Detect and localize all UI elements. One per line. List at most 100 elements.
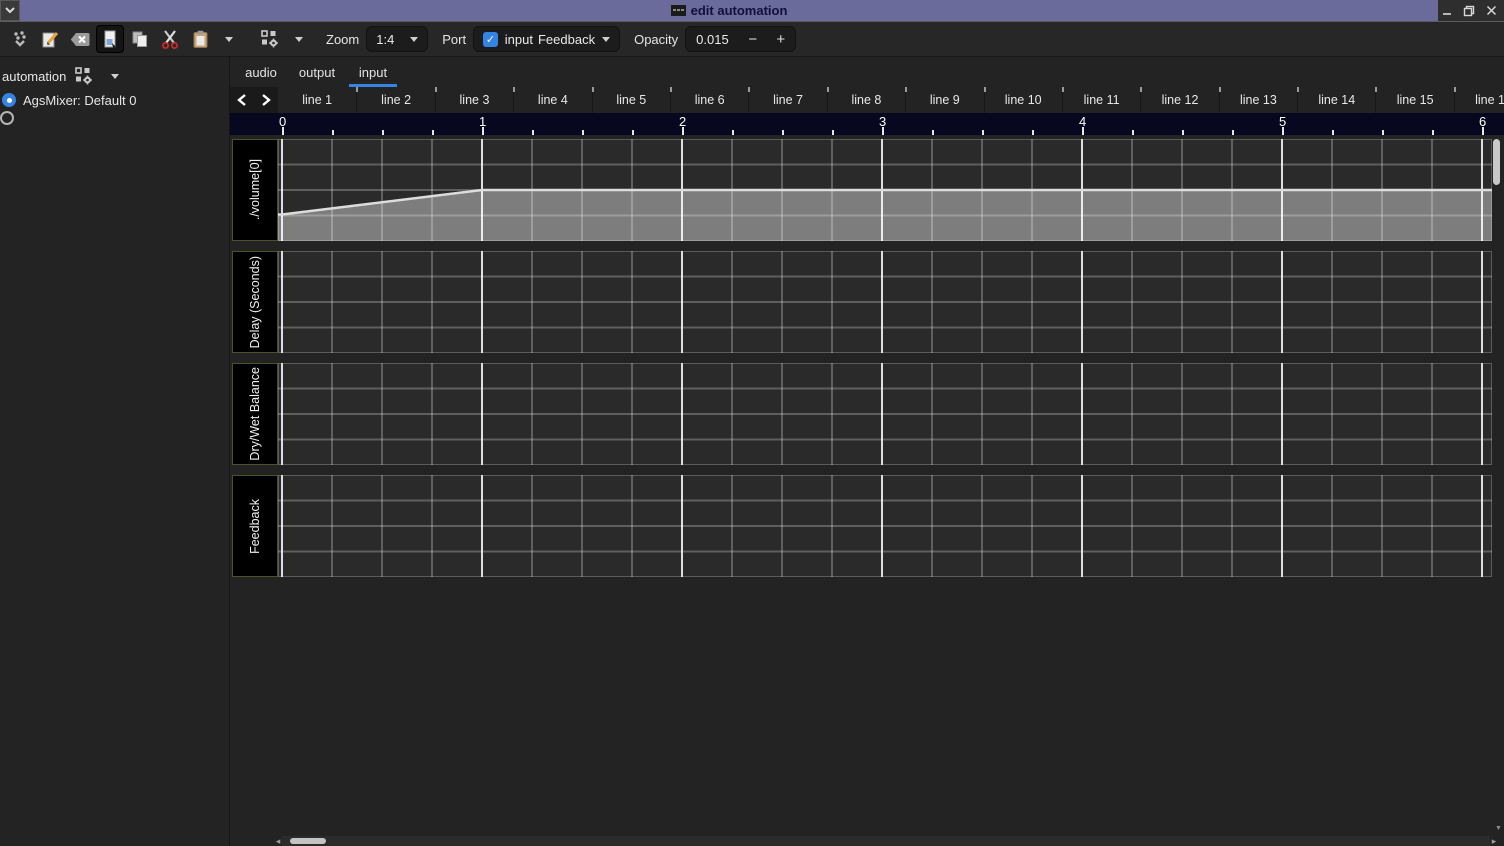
lane-grid-delay-seconds[interactable] [278,251,1492,353]
tab-line-4[interactable]: line 4 [513,87,591,113]
opacity-value[interactable]: 0.015 [686,32,739,47]
ruler-number: 3 [879,114,886,129]
minimize-button[interactable] [1438,2,1456,20]
chevron-down-icon [295,37,303,42]
chevron-right-icon [261,94,271,106]
ruler-number: 4 [1079,114,1086,129]
chevron-down-icon [225,37,233,42]
channel-tabs: audio output input [230,57,1504,87]
machine-menu-button[interactable] [290,26,308,52]
opacity-increment-button[interactable]: + [767,27,795,51]
tab-line-16[interactable]: line 16 [1454,87,1504,113]
zoom-combobox[interactable]: 1:4 [366,26,428,52]
copy-tool-icon [131,30,149,48]
cut-tool-button[interactable] [156,25,184,53]
copy-tool-button[interactable] [126,25,154,53]
close-button[interactable] [1482,2,1500,20]
machine-selector-button[interactable] [256,25,284,53]
port-checkbox[interactable]: ✓ [483,32,498,47]
lane-delay-seconds: Delay (Seconds) [232,251,1492,353]
automation-editor: audio output input line 1 line 2 line 3 … [230,57,1504,846]
edit-tool-button[interactable] [36,25,64,53]
scroll-down-arrow-icon[interactable]: ▼ [1495,825,1502,832]
vertical-scrollbar[interactable] [1493,139,1501,833]
ruler-number: 0 [279,114,286,129]
maximize-button[interactable] [1460,2,1478,20]
machine-radio-unselected[interactable] [0,111,14,125]
opacity-decrement-button[interactable]: − [739,27,767,51]
machine-radio-row[interactable] [0,110,229,126]
ruler-number: 6 [1479,114,1486,129]
position-tool-icon [11,30,29,48]
scroll-right-arrow-icon[interactable]: ▸ [1490,836,1498,846]
tab-line-7[interactable]: line 7 [748,87,826,113]
tab-line-3[interactable]: line 3 [435,87,513,113]
titlebar-drag-area[interactable]: edit automation [20,0,1438,21]
port-combobox[interactable]: ✓ input Feedback [473,26,620,52]
ruler-number: 2 [679,114,686,129]
select-tool-icon [102,30,118,49]
window-controls [1438,0,1504,21]
select-tool-button[interactable] [96,25,124,53]
tab-line-9[interactable]: line 9 [905,87,983,113]
lane-label-delay-seconds: Delay (Seconds) [232,251,278,353]
line-tab-bar: line 1 line 2 line 3 line 4 line 5 line … [230,87,1504,113]
machine-sidebar: automation AgsMixer: Default 0 [0,57,230,846]
minimize-icon [1442,6,1452,16]
tab-audio[interactable]: audio [237,57,285,87]
line-tabs-prev-button[interactable] [230,87,254,113]
titlebar: edit automation [0,0,1504,22]
zoom-label: Zoom [326,32,359,47]
lane-volume: ./volume[0] [232,139,1492,241]
tab-line-15[interactable]: line 15 [1375,87,1453,113]
window-menu-button[interactable] [0,0,20,21]
tab-line-14[interactable]: line 14 [1297,87,1375,113]
tab-line-1[interactable]: line 1 [278,87,356,113]
scroll-left-arrow-icon[interactable]: ◂ [274,836,282,846]
horizontal-scrollbar-track[interactable] [282,836,1490,846]
tab-input[interactable]: input [349,57,397,87]
tab-line-2[interactable]: line 2 [356,87,434,113]
tab-line-10[interactable]: line 10 [984,87,1062,113]
automation-label: automation [2,69,66,84]
tab-line-13[interactable]: line 13 [1219,87,1297,113]
clear-tool-icon [70,32,90,47]
lane-grid-dry-wet-balance[interactable] [278,363,1492,465]
machine-selector-icon[interactable] [75,67,94,86]
tab-output[interactable]: output [293,57,341,87]
lane-label-dry-wet-balance: Dry/Wet Balance [232,363,278,465]
tab-line-12[interactable]: line 12 [1140,87,1218,113]
close-icon [1486,5,1497,16]
paste-tool-button[interactable] [186,25,214,53]
opacity-label: Opacity [634,32,678,47]
line-tabs-next-button[interactable] [254,87,278,113]
horizontal-scrollbar-thumb[interactable] [290,838,326,844]
machine-dropdown-button[interactable] [111,74,119,79]
position-tool-button[interactable] [6,25,34,53]
tab-line-8[interactable]: line 8 [827,87,905,113]
opacity-spinbutton: 0.015 − + [685,26,796,52]
line-tabs-strip: line 1 line 2 line 3 line 4 line 5 line … [278,87,1504,113]
machine-selector-icon [261,30,280,49]
tab-line-6[interactable]: line 6 [670,87,748,113]
paste-tool-icon [192,30,209,49]
chevron-left-icon [237,94,247,106]
tab-line-5[interactable]: line 5 [592,87,670,113]
ruler-number: 5 [1279,114,1286,129]
chevron-down-icon [410,37,418,42]
machine-radio-selected[interactable] [2,93,16,107]
paste-options-button[interactable] [220,26,238,52]
vertical-scrollbar-thumb[interactable] [1493,139,1500,185]
machine-radio-row[interactable]: AgsMixer: Default 0 [2,92,229,108]
clear-tool-button[interactable] [66,25,94,53]
lane-feedback: Feedback [232,475,1492,577]
time-ruler[interactable]: 0123456 [230,113,1504,135]
chevron-down-icon [5,7,15,14]
lane-grid-volume[interactable] [278,139,1492,241]
cut-tool-icon [161,30,179,49]
lane-grid-feedback[interactable] [278,475,1492,577]
tab-line-11[interactable]: line 11 [1062,87,1140,113]
port-label: Port [442,32,466,47]
horizontal-scrollbar[interactable]: ◂ ▸ [274,835,1498,846]
lane-label-volume: ./volume[0] [232,139,278,241]
